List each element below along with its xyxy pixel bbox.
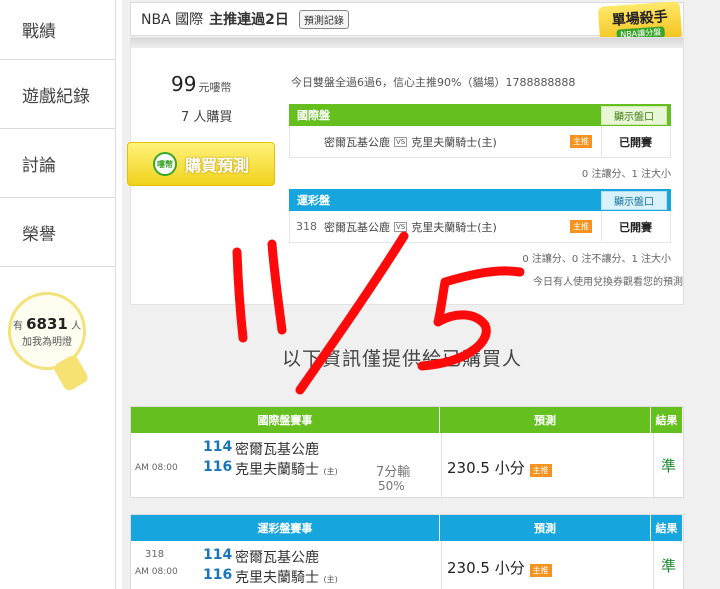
follower-count: 有 6831 人: [13, 315, 81, 333]
prediction-summary: 今日雙盤全過6過6，信心主推90%（貓場）1788888888: [291, 76, 576, 89]
game-status: 已開賽: [619, 135, 652, 149]
away-team: 密爾瓦基公鹿: [324, 220, 390, 234]
vs-icon: VS: [394, 136, 408, 147]
coin-icon: 嘍幣: [152, 152, 177, 176]
col-game: 國際盤賽事: [131, 407, 440, 433]
col-prediction: 預測: [440, 515, 652, 541]
main-content: NBA 國際 主推連過2日 預測記錄 單場殺手 NBA讓分盤 99 元嘍幣 7 人…: [122, 0, 720, 589]
buyer-count: 7 人購買: [181, 110, 233, 125]
prediction-card: 99 元嘍幣 7 人購買 嘍幣 購買預測 今日雙盤全過6過6，信心主推90%（貓場…: [127, 37, 684, 305]
sidebar-item-game-log[interactable]: 遊戲紀錄: [0, 60, 115, 129]
follower-number: 6831: [26, 314, 68, 333]
league-title: NBA 國際: [141, 12, 204, 28]
main-pick-tag: 主推: [529, 464, 552, 477]
col-result: 結果: [651, 515, 683, 541]
intl-panel-header: 國際盤 顯示盤口: [289, 104, 671, 126]
game-code: 318: [145, 549, 165, 560]
lottery-panel: 運彩盤 顯示盤口 318 密爾瓦基公鹿 VS 克里夫蘭騎士(主) 主推 已開賽 …: [289, 189, 683, 288]
home-team-cell: 克里夫蘭騎士 (主): [235, 567, 338, 587]
intl-game-row: 密爾瓦基公鹿 VS 克里夫蘭騎士(主) 主推 已開賽: [289, 126, 671, 158]
follower-suffix: 人: [71, 320, 82, 332]
divider: [653, 541, 654, 589]
prediction-value: 230.5 小分: [447, 559, 525, 577]
home-team: 克里夫蘭騎士: [235, 462, 319, 478]
divider: [653, 433, 654, 497]
intl-panel: 國際盤 顯示盤口 密爾瓦基公鹿 VS 克里夫蘭騎士(主) 主推 已開賽 0 注讓…: [289, 104, 671, 180]
table-row: AM 08:00 114 密爾瓦基公鹿 116 克里夫蘭騎士 (主) 7分輸 5…: [131, 433, 683, 497]
sidebar-item-discussion[interactable]: 討論: [0, 129, 115, 198]
follower-prefix: 有: [12, 320, 23, 332]
prediction-cell: 230.5 小分 主推: [447, 557, 552, 578]
result-percent: 50%: [378, 479, 405, 493]
outcome-correct: 準: [661, 457, 677, 475]
intl-show-odds-button[interactable]: 顯示盤口: [601, 105, 667, 125]
prediction-cell: 230.5 小分 主推: [447, 457, 552, 478]
streak-title: 主推連過2日: [209, 12, 289, 28]
divider: [601, 211, 602, 241]
col-game: 運彩盤賽事: [131, 515, 440, 541]
prediction-value: 230.5 小分: [447, 459, 525, 477]
locked-info-notice: 以下資訊僅提供給已購買人: [282, 348, 523, 370]
page: 戰績 遊戲紀錄 討論 榮譽 有 6831 人 加我為明燈 NBA 國際 主推連過…: [0, 0, 720, 589]
price: 99 元嘍幣: [171, 72, 231, 96]
intl-table-header: 國際盤賽事 預測 結果: [131, 407, 683, 433]
away-team: 密爾瓦基公鹿: [235, 550, 319, 566]
sidebar-item-honor[interactable]: 榮譽: [0, 198, 115, 267]
lottery-result-table: 運彩盤賽事 預測 結果 318 AM 08:00 114 密爾瓦基公鹿 116 …: [130, 514, 684, 589]
intl-result-table: 國際盤賽事 預測 結果 AM 08:00 114 密爾瓦基公鹿 116 克里夫蘭…: [130, 406, 684, 498]
away-code: 114: [203, 439, 233, 455]
coupon-note: 今日有人使用兌換券觀看您的預測: [533, 277, 683, 288]
game-result: 7分輸: [376, 465, 411, 480]
intl-bet-note: 0 注讓分、1 注大小: [581, 169, 671, 180]
game-status: 已開賽: [619, 220, 652, 234]
follow-caption: 加我為明燈: [22, 336, 72, 348]
home-mark: (主): [323, 467, 338, 476]
home-team: 克里夫蘭騎士: [235, 570, 319, 586]
home-code: 116: [203, 459, 233, 475]
table-row: 318 AM 08:00 114 密爾瓦基公鹿 116 克里夫蘭騎士 (主) 2…: [131, 541, 683, 589]
main-pick-tag: 主推: [570, 220, 592, 233]
divider: [441, 433, 442, 497]
sidebar-item-label: 戰績: [22, 22, 56, 42]
sidebar-item-label: 討論: [22, 155, 56, 176]
lottery-game-row: 318 密爾瓦基公鹿 VS 克里夫蘭騎士(主) 主推 已開賽: [289, 211, 671, 243]
away-team: 密爾瓦基公鹿: [235, 442, 319, 458]
prediction-record-button[interactable]: 預測記錄: [298, 9, 349, 29]
card-strip: [131, 38, 683, 48]
main-pick-tag: 主推: [529, 564, 552, 577]
buy-prediction-button[interactable]: 嘍幣 購買預測: [127, 142, 275, 186]
main-pick-tag: 主推: [570, 135, 592, 148]
away-team: 密爾瓦基公鹿: [324, 135, 390, 149]
intl-panel-title: 國際盤: [297, 109, 330, 122]
lottery-panel-title: 運彩盤: [297, 194, 330, 207]
game-time: AM 08:00: [135, 567, 178, 577]
lottery-panel-header: 運彩盤 顯示盤口: [289, 189, 671, 211]
divider: [441, 541, 442, 589]
sidebar-item-label: 榮譽: [22, 224, 56, 245]
outcome-correct: 準: [661, 557, 677, 575]
buy-button-label: 購買預測: [184, 156, 249, 175]
sidebar: 戰績 遊戲紀錄 討論 榮譽 有 6831 人 加我為明燈: [0, 0, 116, 589]
home-team: 克里夫蘭騎士(主): [411, 135, 497, 149]
divider: [601, 126, 602, 156]
vs-icon: VS: [394, 221, 408, 232]
col-result: 結果: [651, 407, 683, 433]
sidebar-item-label: 遊戲紀錄: [22, 86, 90, 107]
col-prediction: 預測: [440, 407, 652, 433]
away-code: 114: [203, 547, 233, 563]
home-team-cell: 克里夫蘭騎士 (主): [235, 459, 338, 479]
lottery-bet-note: 0 注讓分、0 注不讓分、1 注大小: [522, 254, 671, 265]
game-code: 318: [296, 220, 317, 233]
price-value: 99: [171, 72, 197, 96]
price-unit: 元嘍幣: [198, 81, 232, 94]
lottery-show-odds-button[interactable]: 顯示盤口: [601, 190, 667, 210]
game-time: AM 08:00: [135, 463, 178, 473]
home-mark: (主): [323, 575, 338, 584]
lottery-table-header: 運彩盤賽事 預測 結果: [131, 515, 683, 541]
home-team: 克里夫蘭騎士(主): [411, 220, 497, 234]
sidebar-item-record[interactable]: 戰績: [0, 0, 115, 60]
home-code: 116: [203, 567, 233, 583]
